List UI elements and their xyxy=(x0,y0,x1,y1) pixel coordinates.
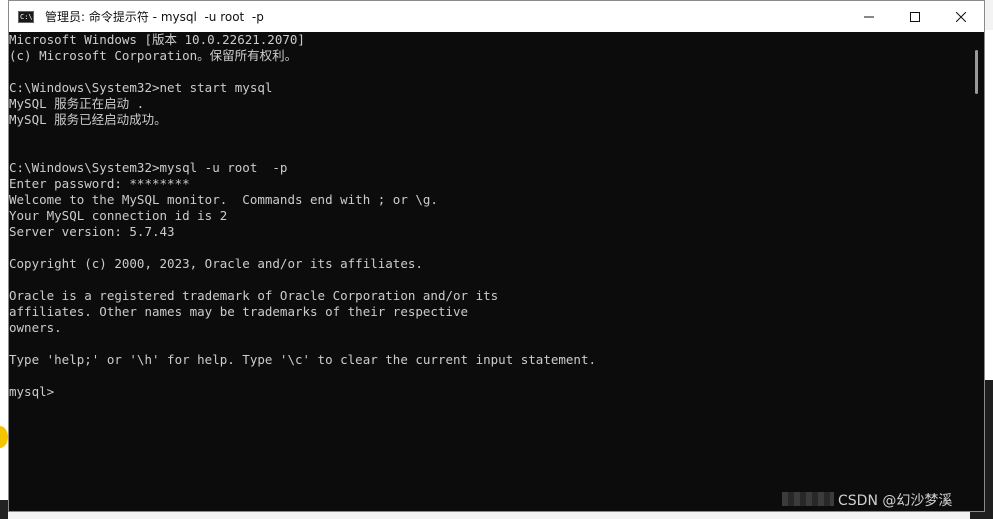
maximize-button[interactable] xyxy=(892,1,938,32)
close-button[interactable] xyxy=(938,1,984,32)
console-line: Microsoft Windows [版本 10.0.22621.2070] xyxy=(9,32,305,47)
console-line: MySQL 服务正在启动 . xyxy=(9,96,145,111)
background-page-bottom-left xyxy=(0,500,8,519)
minimize-button[interactable] xyxy=(846,1,892,32)
close-icon xyxy=(956,11,966,22)
scrollbar-thumb[interactable] xyxy=(975,50,978,94)
title-bar[interactable]: C:\ 管理员: 命令提示符 - mysql -u root -p xyxy=(9,1,984,32)
console-line: Server version: 5.7.43 xyxy=(9,224,175,239)
window-controls xyxy=(846,1,984,32)
cmd-icon: C:\ xyxy=(18,10,34,23)
vertical-scrollbar[interactable] xyxy=(970,32,984,511)
console-line: C:\Windows\System32>net start mysql xyxy=(9,80,273,95)
console-line: (c) Microsoft Corporation。保留所有权利。 xyxy=(9,48,298,63)
prompt-text: mysql> xyxy=(9,384,55,399)
console-line: Enter password: ******** xyxy=(9,176,190,191)
console-line: owners. xyxy=(9,320,62,335)
maximize-icon xyxy=(910,11,920,22)
mysql-prompt[interactable]: mysql> xyxy=(9,384,54,400)
watermark-blur xyxy=(782,492,834,506)
window-title: 管理员: 命令提示符 - mysql -u root -p xyxy=(45,10,264,24)
command-prompt-window[interactable]: C:\ 管理员: 命令提示符 - mysql -u root -p Micros… xyxy=(8,0,985,512)
console-line: Your MySQL connection id is 2 xyxy=(9,208,228,223)
console-line: Oracle is a registered trademark of Orac… xyxy=(9,288,499,303)
watermark-text: CSDN @幻沙梦溪 xyxy=(838,493,953,509)
console-line: Welcome to the MySQL monitor. Commands e… xyxy=(9,192,438,207)
console-line: Type 'help;' or '\h' for help. Type '\c'… xyxy=(9,352,596,367)
console-line: C:\Windows\System32>mysql -u root -p xyxy=(9,160,288,175)
console-output[interactable]: Microsoft Windows [版本 10.0.22621.2070] (… xyxy=(9,32,969,511)
console-line: Copyright (c) 2000, 2023, Oracle and/or … xyxy=(9,256,423,271)
minimize-icon xyxy=(864,16,874,17)
console-line: affiliates. Other names may be trademark… xyxy=(9,304,469,319)
console-line: MySQL 服务已经启动成功。 xyxy=(9,112,167,127)
